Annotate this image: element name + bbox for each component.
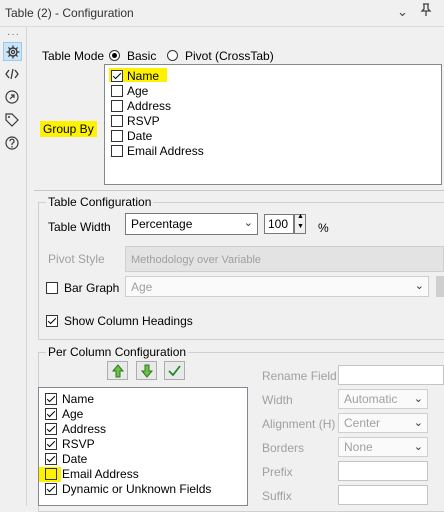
group-by-list[interactable]: Name Age Address RSVP Date Email Address: [104, 64, 442, 185]
alignment-value: Center: [344, 416, 381, 430]
suffix-label: Suffix: [262, 489, 292, 503]
group-by-checkbox-address[interactable]: [111, 100, 123, 112]
code-icon[interactable]: [3, 65, 21, 83]
width-label: Width: [262, 393, 293, 407]
column-checkbox-address[interactable]: [45, 423, 57, 435]
column-field-date: Date: [62, 452, 88, 466]
bar-graph-color-swatch[interactable]: [436, 276, 444, 297]
column-field-age: Age: [62, 407, 84, 421]
table-width-input[interactable]: 100: [264, 214, 294, 234]
alignment-label: Alignment (H): [262, 417, 336, 431]
group-by-label: Group By: [40, 121, 97, 137]
window-title: Table (2) - Configuration: [5, 6, 134, 20]
group-by-checkbox-rsvp[interactable]: [111, 115, 123, 127]
bar-graph-field-select[interactable]: Age ⌄: [125, 276, 429, 297]
per-column-configuration-title: Per Column Configuration: [46, 345, 189, 359]
per-column-field-list[interactable]: Name Age Address RSVP Date Email Address…: [38, 387, 248, 506]
chevron-down-icon: ⌄: [243, 217, 253, 229]
group-by-field-address: Address: [127, 99, 172, 113]
gear-icon[interactable]: [3, 42, 22, 61]
connection-icon[interactable]: [3, 88, 21, 106]
prefix-input[interactable]: [338, 461, 428, 481]
group-by-checkbox-name[interactable]: [111, 70, 123, 82]
suffix-input[interactable]: [338, 485, 428, 505]
checkmark-icon: [168, 364, 181, 376]
chevron-down-icon: ⌄: [414, 280, 424, 292]
group-by-field-email: Email Address: [127, 144, 204, 158]
prefix-label: Prefix: [262, 465, 293, 479]
group-by-checkbox-email[interactable]: [111, 145, 123, 157]
column-checkbox-email[interactable]: [45, 468, 57, 480]
column-field-dynamic: Dynamic or Unknown Fields: [62, 482, 212, 496]
borders-value: None: [344, 440, 373, 454]
column-checkbox-dynamic[interactable]: [45, 483, 57, 495]
more-dots-icon[interactable]: ···: [7, 29, 20, 40]
table-mode-label: Table Mode: [42, 49, 105, 63]
spin-down-icon[interactable]: ▼: [297, 223, 304, 230]
table-width-value: 100: [268, 217, 289, 231]
column-field-email: Email Address: [62, 467, 139, 481]
bar-graph-checkbox[interactable]: [46, 282, 58, 294]
chevron-down-icon: ⌄: [413, 393, 423, 405]
table-configuration-title: Table Configuration: [46, 195, 154, 209]
table-mode-pivot-label: Pivot (CrossTab): [185, 49, 274, 63]
move-up-button[interactable]: [107, 361, 128, 380]
help-icon[interactable]: [3, 134, 21, 152]
pivot-style-value: Methodology over Variable: [131, 254, 262, 266]
group-by-field-date: Date: [127, 129, 153, 143]
splitter[interactable]: [34, 190, 444, 191]
table-width-spinner[interactable]: ▲ ▼: [294, 213, 306, 234]
table-width-mode-value: Percentage: [131, 217, 193, 231]
pivot-style-label: Pivot Style: [48, 252, 105, 266]
title-bar: Table (2) - Configuration ⌄: [0, 0, 444, 27]
column-checkbox-rsvp[interactable]: [45, 438, 57, 450]
spin-up-icon[interactable]: ▲: [297, 213, 304, 220]
column-width-select[interactable]: Automatic ⌄: [338, 389, 428, 409]
rename-field-label: Rename Field: [262, 369, 337, 383]
show-column-headings-label: Show Column Headings: [64, 314, 193, 328]
move-down-button[interactable]: [136, 361, 157, 380]
pivot-style-select[interactable]: Methodology over Variable: [125, 246, 444, 272]
group-by-field-name: Name: [127, 69, 160, 83]
group-by-field-age: Age: [127, 84, 149, 98]
select-all-button[interactable]: [164, 361, 185, 380]
rename-field-input[interactable]: [338, 365, 444, 385]
group-by-field-rsvp: RSVP: [127, 114, 160, 128]
table-width-unit: %: [318, 221, 329, 235]
column-field-rsvp: RSVP: [62, 437, 95, 451]
column-checkbox-date[interactable]: [45, 453, 57, 465]
arrow-down-icon: [140, 364, 153, 378]
show-column-headings-checkbox[interactable]: [46, 315, 58, 327]
arrow-up-icon: [111, 363, 124, 377]
group-by-checkbox-age[interactable]: [111, 85, 123, 97]
column-width-value: Automatic: [344, 392, 398, 406]
pin-icon[interactable]: [420, 3, 432, 20]
chevron-down-icon: ⌄: [413, 441, 423, 453]
table-mode-basic-label: Basic: [127, 49, 157, 63]
chevron-down-icon[interactable]: ⌄: [397, 4, 408, 20]
column-checkbox-name[interactable]: [45, 393, 57, 405]
group-by-checkbox-date[interactable]: [111, 130, 123, 142]
alignment-select[interactable]: Center ⌄: [338, 413, 428, 433]
bar-graph-label: Bar Graph: [64, 281, 120, 295]
tag-icon[interactable]: [3, 111, 21, 129]
table-mode-pivot-radio[interactable]: [167, 50, 178, 61]
column-field-address: Address: [62, 422, 107, 436]
column-field-name: Name: [62, 392, 95, 406]
bar-graph-field-value: Age: [131, 280, 153, 294]
borders-select[interactable]: None ⌄: [338, 437, 428, 457]
table-mode-basic-radio[interactable]: [109, 50, 120, 61]
column-checkbox-age[interactable]: [45, 408, 57, 420]
borders-label: Borders: [262, 441, 305, 455]
chevron-down-icon: ⌄: [413, 417, 423, 429]
table-width-label: Table Width: [48, 220, 111, 234]
table-width-mode-select[interactable]: Percentage ⌄: [125, 213, 258, 235]
